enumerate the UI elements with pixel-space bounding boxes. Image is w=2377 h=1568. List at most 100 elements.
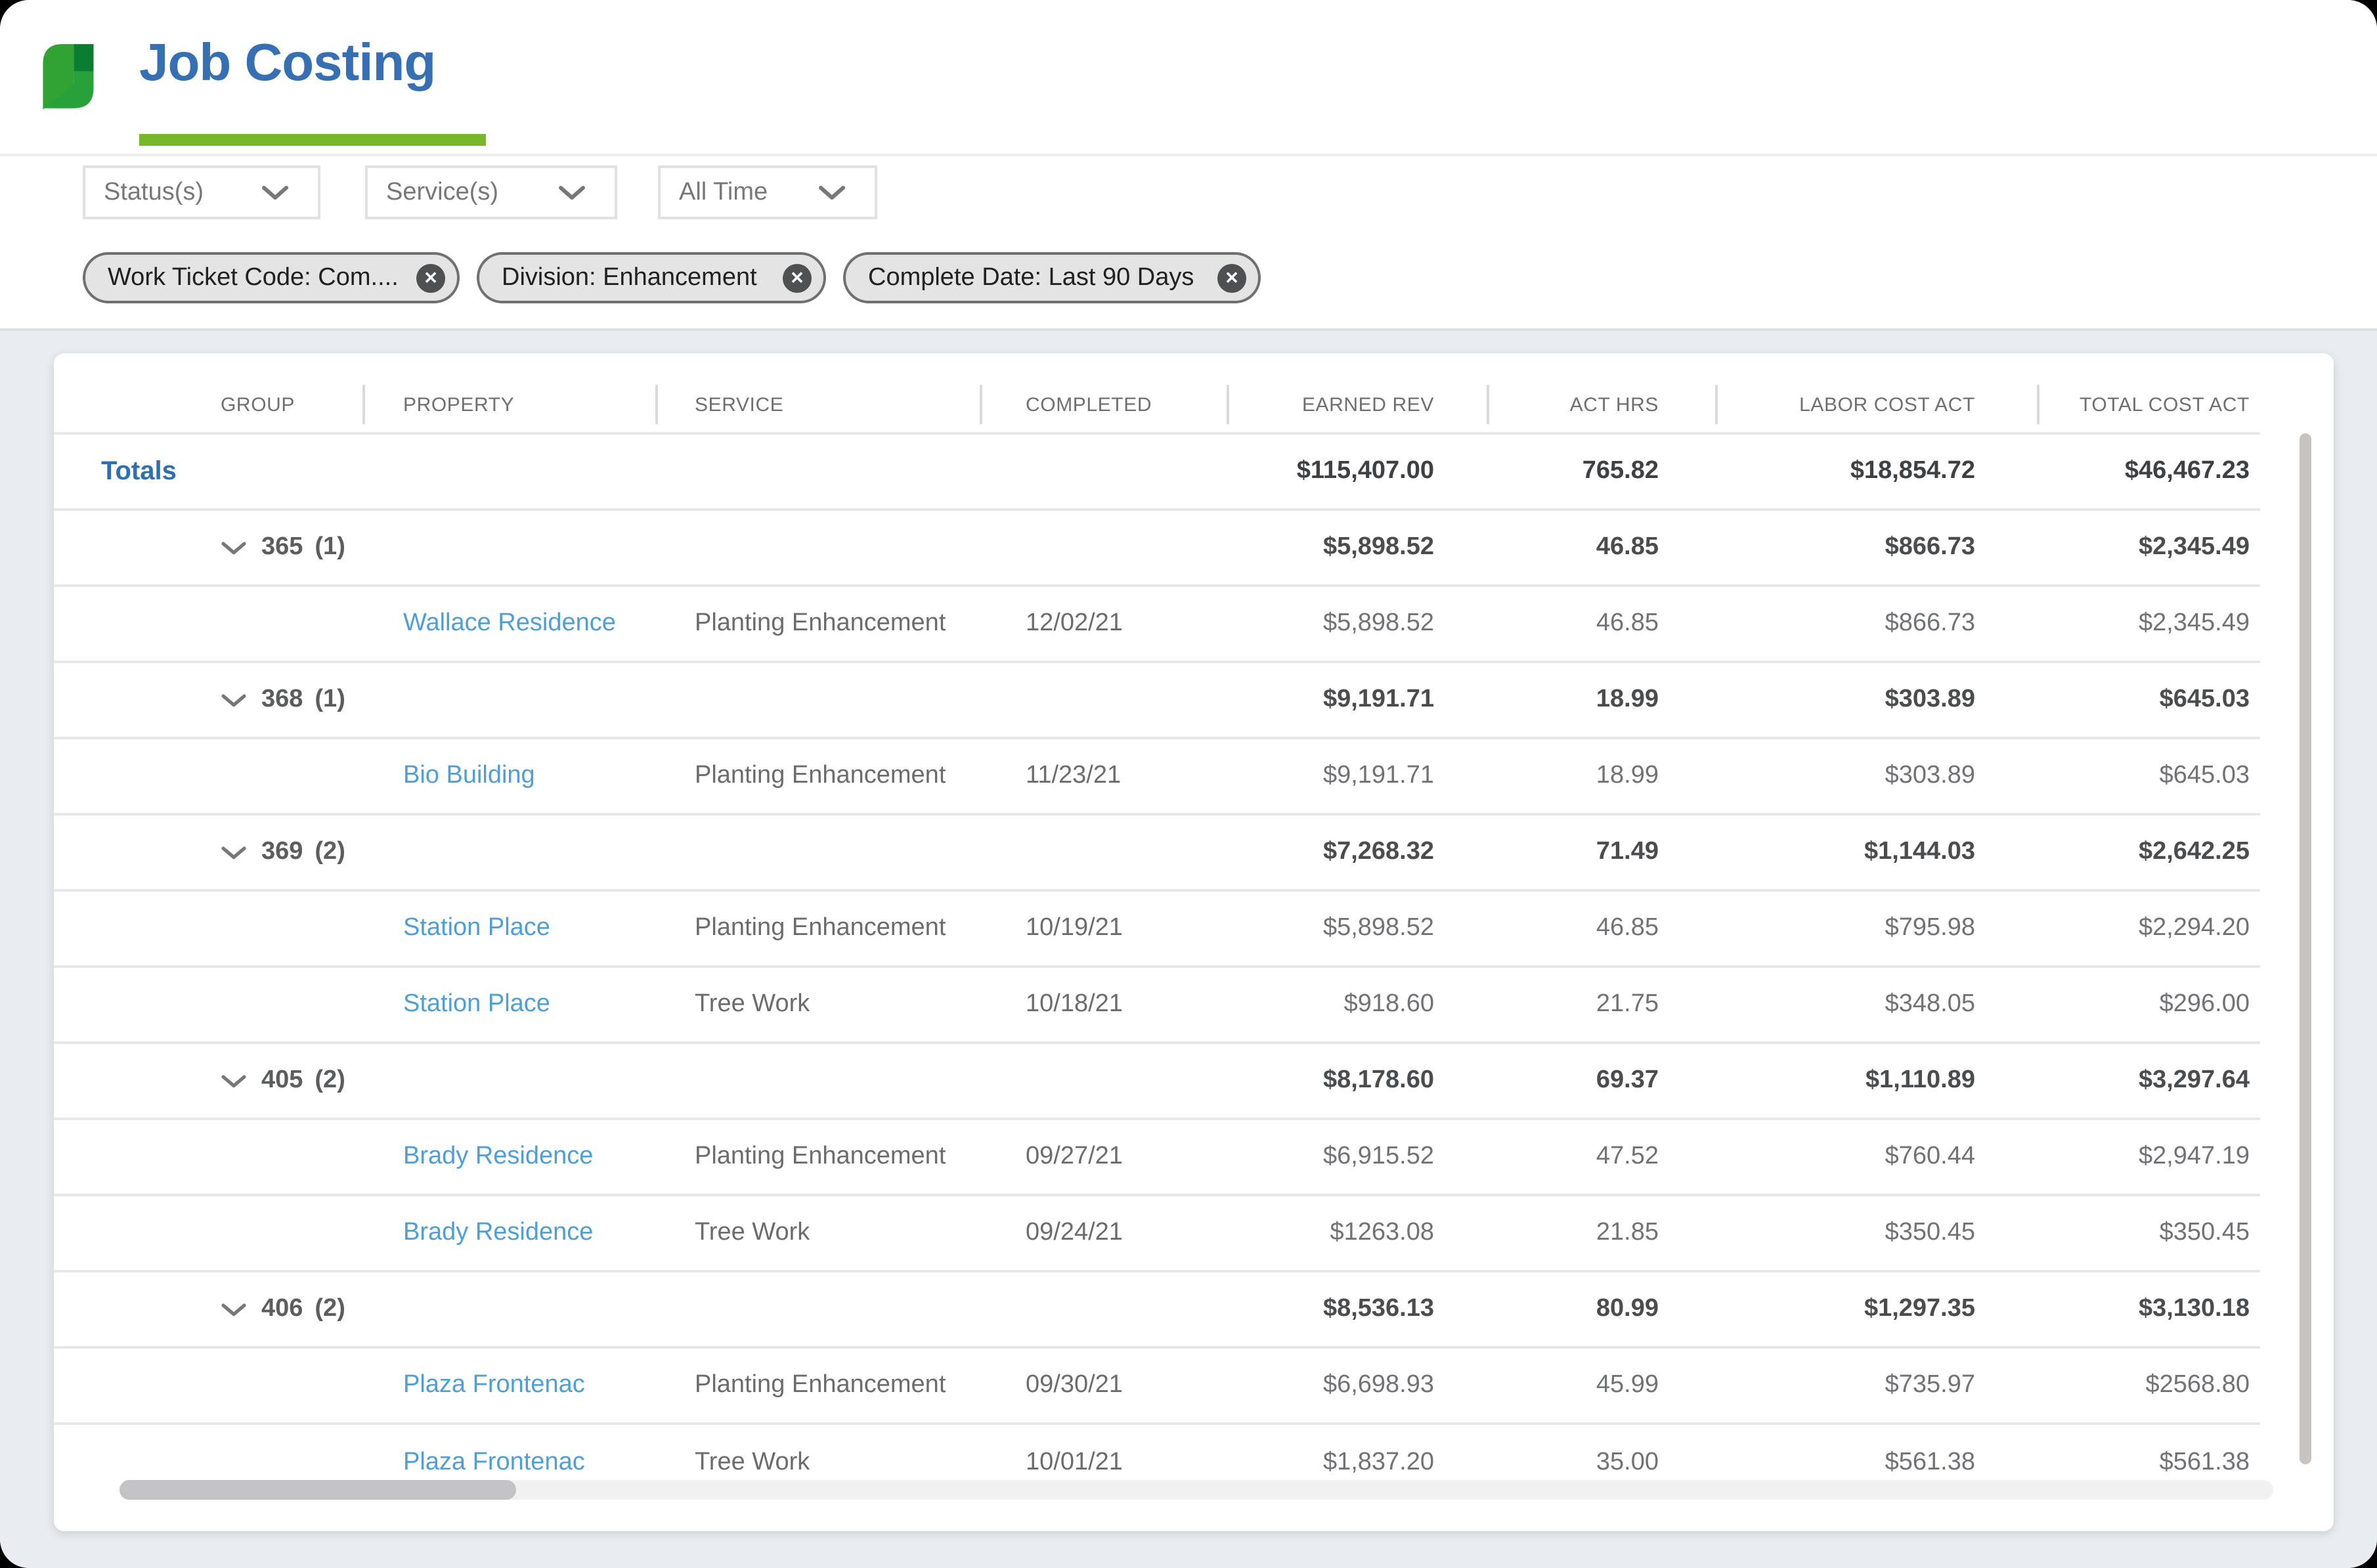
property-link[interactable]: Station Place	[365, 990, 658, 1019]
cell-completed: 10/01/21	[1026, 1448, 1123, 1476]
group-count: (1)	[315, 686, 345, 713]
cell-earned-rev: $6,915.52	[1322, 1143, 1434, 1170]
property-link[interactable]: Plaza Frontenac	[365, 1371, 658, 1400]
chip-work-ticket-code[interactable]: Work Ticket Code: Com.... ✕	[83, 252, 460, 303]
cell-labor-cost-act: $1,110.89	[1865, 1066, 1975, 1094]
cell-service: Planting Enhancement	[695, 1371, 946, 1399]
column-header-group[interactable]: GROUP	[54, 385, 365, 424]
column-header-property[interactable]: PROPERTY	[365, 385, 658, 424]
chip-complete-date[interactable]: Complete Date: Last 90 Days ✕	[843, 252, 1261, 303]
cell-act-hrs: 35.00	[1596, 1448, 1659, 1476]
cell-total-cost-act: $2,947.19	[2138, 1143, 2250, 1170]
property-link[interactable]: Station Place	[365, 914, 658, 943]
group-row: 405 (2) $8,178.60 69.37 $1,110.89 $3,297…	[54, 1044, 2260, 1120]
close-icon[interactable]: ✕	[783, 263, 812, 292]
column-header-earned-rev[interactable]: EARNED REV	[1229, 385, 1489, 424]
vertical-scrollbar[interactable]	[2300, 433, 2311, 1464]
cell-earned-rev: $918.60	[1343, 990, 1434, 1018]
property-link[interactable]: Wallace Residence	[365, 609, 658, 638]
column-header-service[interactable]: SERVICE	[658, 385, 982, 424]
detail-row: Bio Building Planting Enhancement 11/23/…	[54, 739, 2260, 816]
horizontal-scrollbar-track[interactable]	[120, 1480, 2273, 1500]
chevron-down-icon[interactable]	[221, 845, 247, 860]
cell-act-hrs: 46.85	[1596, 533, 1659, 561]
close-icon[interactable]: ✕	[416, 263, 445, 292]
horizontal-scrollbar-thumb[interactable]	[120, 1480, 516, 1500]
chevron-down-icon[interactable]	[221, 693, 247, 707]
cell-labor-cost-act: $350.45	[1885, 1219, 1975, 1246]
filter-chips: Work Ticket Code: Com.... ✕ Division: En…	[83, 252, 1261, 303]
chevron-down-icon[interactable]	[221, 1074, 247, 1088]
cell-service: Planting Enhancement	[695, 1143, 946, 1170]
cell-total-cost-act: $2,294.20	[2138, 914, 2250, 942]
job-costing-table-card: GROUP PROPERTY SERVICE COMPLETED EARNED …	[54, 353, 2334, 1531]
close-icon[interactable]: ✕	[1217, 263, 1246, 292]
cell-completed: 11/23/21	[1026, 762, 1122, 789]
cell-earned-rev: $7,268.32	[1322, 838, 1434, 865]
column-header-total-cost-act[interactable]: TOTAL COST ACT	[2039, 393, 2260, 416]
cell-service: Tree Work	[695, 1448, 810, 1476]
cell-total-cost-act: $645.03	[2159, 686, 2250, 713]
column-header-completed[interactable]: COMPLETED	[982, 385, 1229, 424]
cell-act-hrs: 18.99	[1596, 686, 1659, 713]
time-filter-dropdown[interactable]: All Time	[658, 165, 877, 219]
column-header-act-hrs[interactable]: ACT HRS	[1489, 385, 1718, 424]
chevron-down-icon[interactable]	[221, 1302, 247, 1317]
group-count: (1)	[315, 533, 345, 561]
cell-earned-rev: $1263.08	[1330, 1219, 1435, 1246]
group-row: 369 (2) $7,268.32 71.49 $1,144.03 $2,642…	[54, 816, 2260, 892]
group-count: (2)	[315, 838, 345, 865]
property-link[interactable]: Plaza Frontenac	[365, 1448, 658, 1477]
totals-earned-rev: $115,407.00	[1296, 457, 1434, 485]
chevron-down-icon	[819, 185, 845, 199]
header-divider	[0, 154, 2377, 156]
totals-total-cost-act: $46,467.23	[2124, 457, 2250, 485]
group-id: 406	[261, 1295, 303, 1322]
property-link[interactable]: Brady Residence	[365, 1219, 658, 1248]
cell-act-hrs: 18.99	[1596, 762, 1659, 789]
job-costing-app: Job Costing Status(s) Service(s) All Tim…	[0, 0, 2377, 1568]
cell-act-hrs: 69.37	[1596, 1066, 1659, 1094]
group-row: 365 (1) $5,898.52 46.85 $866.73 $2,345.4…	[54, 511, 2260, 587]
cell-service: Planting Enhancement	[695, 762, 946, 789]
group-id: 369	[261, 838, 303, 865]
chevron-down-icon[interactable]	[221, 540, 247, 555]
cell-labor-cost-act: $561.38	[1885, 1448, 1975, 1476]
cell-labor-cost-act: $866.73	[1885, 533, 1975, 561]
cell-earned-rev: $6,698.93	[1322, 1371, 1434, 1399]
cell-service: Planting Enhancement	[695, 609, 946, 637]
cell-labor-cost-act: $348.05	[1885, 990, 1975, 1018]
page-title: Job Costing	[139, 34, 436, 92]
service-filter-label: Service(s)	[386, 178, 499, 206]
cell-act-hrs: 21.75	[1596, 990, 1659, 1018]
cell-total-cost-act: $2,345.49	[2138, 533, 2250, 561]
chevron-down-icon	[559, 185, 585, 199]
table-header-row: GROUP PROPERTY SERVICE COMPLETED EARNED …	[54, 377, 2260, 435]
cell-completed: 09/30/21	[1026, 1371, 1123, 1399]
cell-labor-cost-act: $303.89	[1885, 686, 1975, 713]
cell-labor-cost-act: $866.73	[1885, 609, 1975, 637]
cell-total-cost-act: $296.00	[2159, 990, 2250, 1018]
group-id: 368	[261, 686, 303, 713]
chevron-down-icon	[262, 185, 288, 199]
column-header-labor-cost-act[interactable]: LABOR COST ACT	[1718, 385, 2039, 424]
cell-earned-rev: $5,898.52	[1322, 533, 1434, 561]
job-costing-table: GROUP PROPERTY SERVICE COMPLETED EARNED …	[54, 377, 2260, 1501]
detail-row: Station Place Tree Work 10/18/21 $918.60…	[54, 968, 2260, 1044]
cell-total-cost-act: $3,297.64	[2138, 1066, 2250, 1094]
cell-act-hrs: 21.85	[1596, 1219, 1659, 1246]
detail-row: Brady Residence Planting Enhancement 09/…	[54, 1120, 2260, 1196]
cell-earned-rev: $9,191.71	[1322, 686, 1434, 713]
property-link[interactable]: Bio Building	[365, 762, 658, 791]
cell-total-cost-act: $645.03	[2159, 762, 2250, 789]
cell-earned-rev: $8,178.60	[1322, 1066, 1434, 1094]
group-row: 406 (2) $8,536.13 80.99 $1,297.35 $3,130…	[54, 1273, 2260, 1349]
property-link[interactable]: Brady Residence	[365, 1143, 658, 1171]
service-filter-dropdown[interactable]: Service(s)	[365, 165, 617, 219]
leaf-logo-icon	[43, 44, 94, 110]
cell-act-hrs: 47.52	[1596, 1143, 1659, 1170]
cell-labor-cost-act: $795.98	[1885, 914, 1975, 942]
totals-act-hrs: 765.82	[1582, 457, 1659, 485]
status-filter-dropdown[interactable]: Status(s)	[83, 165, 320, 219]
chip-division[interactable]: Division: Enhancement ✕	[477, 252, 826, 303]
